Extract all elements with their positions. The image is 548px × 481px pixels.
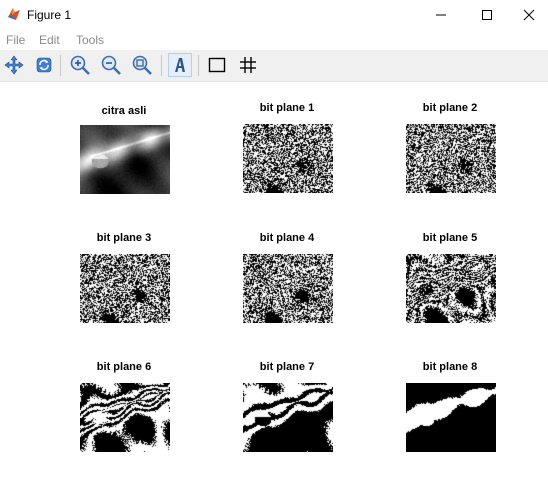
close-icon (523, 9, 535, 21)
rotate-icon (34, 55, 54, 75)
subplot-image-bitplane-1[interactable] (243, 124, 333, 193)
box-icon (207, 55, 227, 75)
insert-text-button[interactable] (168, 53, 192, 77)
pan-icon (4, 55, 24, 75)
subplot-image-bitplane-3[interactable] (80, 254, 170, 323)
matlab-figure-icon (6, 6, 22, 22)
subplot-title: bit plane 6 (96, 361, 152, 373)
subplot-image-bitplane-5[interactable] (406, 254, 496, 323)
menu-edit[interactable]: Edit (39, 33, 60, 47)
maximize-icon (481, 9, 493, 21)
subplot-title: bit plane 2 (422, 102, 478, 114)
subplot-image-original[interactable] (80, 125, 170, 194)
grid-button[interactable] (236, 53, 260, 77)
title-bar[interactable]: Figure 1 (0, 0, 548, 30)
subplot-image-bitplane-8[interactable] (406, 383, 496, 452)
subplot-title: bit plane 7 (259, 361, 315, 373)
toolbar-separator (60, 55, 61, 76)
menu-tools[interactable]: Tools (76, 33, 104, 47)
grid-icon (238, 55, 258, 75)
toolbar-separator (161, 55, 162, 76)
minimize-button[interactable] (418, 0, 464, 30)
subplot-title: bit plane 3 (96, 232, 152, 244)
subplot-image-bitplane-2[interactable] (406, 124, 496, 193)
figure-window: Figure 1 File Edit Tools citra asli bit … (0, 0, 548, 481)
toolbar-separator (198, 55, 199, 76)
subplot-title: citra asli (101, 105, 147, 117)
zoom-in-icon (69, 54, 91, 76)
minimize-icon (435, 9, 447, 21)
box-button[interactable] (205, 53, 229, 77)
zoom-in-button[interactable] (68, 53, 92, 77)
close-button[interactable] (510, 0, 548, 30)
zoom-out-button[interactable] (99, 53, 123, 77)
subplot-title: bit plane 4 (259, 232, 315, 244)
maximize-button[interactable] (464, 0, 510, 30)
subplot-title: bit plane 5 (422, 232, 478, 244)
subplot-image-bitplane-6[interactable] (80, 383, 170, 452)
insert-text-icon (170, 55, 190, 75)
figure-canvas[interactable]: citra asli bit plane 1 bit plane 2 bit p… (0, 82, 548, 481)
zoom-fit-icon (131, 54, 153, 76)
zoom-fit-button[interactable] (130, 53, 154, 77)
subplot-image-bitplane-7[interactable] (243, 383, 333, 452)
subplot-title: bit plane 1 (259, 102, 315, 114)
zoom-out-icon (100, 54, 122, 76)
window-title: Figure 1 (27, 8, 72, 22)
menu-bar: File Edit Tools (0, 31, 548, 50)
rotate-button[interactable] (32, 53, 56, 77)
subplot-title: bit plane 8 (422, 361, 478, 373)
pan-button[interactable] (2, 53, 26, 77)
subplot-image-bitplane-4[interactable] (243, 254, 333, 323)
menu-file[interactable]: File (6, 33, 25, 47)
figure-toolbar (0, 50, 548, 82)
